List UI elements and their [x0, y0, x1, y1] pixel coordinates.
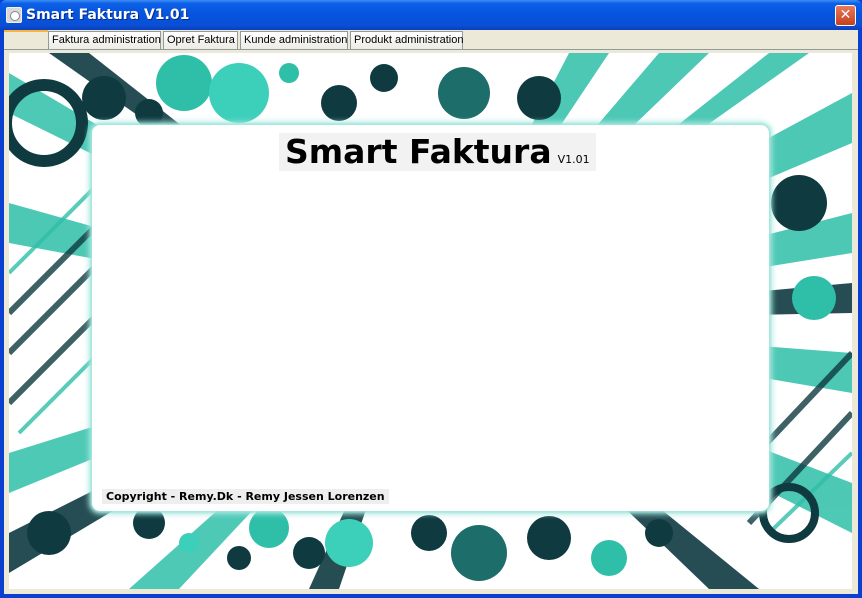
tab-opret-faktura[interactable]: Opret Faktura: [163, 31, 238, 49]
tab-strip: Faktura administration Opret Faktura Kun…: [4, 30, 858, 50]
client-area: Faktura administration Opret Faktura Kun…: [4, 30, 858, 594]
app-window-icon[interactable]: [6, 7, 22, 23]
close-icon: ✕: [839, 7, 852, 23]
brand-header: Smart Faktura V1.01: [279, 133, 596, 171]
title-bar[interactable]: Smart Faktura V1.01 ✕: [0, 0, 862, 30]
tab-produkt-administration[interactable]: Produkt administration: [350, 31, 463, 49]
application-window: Smart Faktura V1.01 ✕ Faktura administra…: [0, 0, 862, 598]
tab-kunde-administration[interactable]: Kunde administration: [240, 31, 348, 49]
welcome-card: Smart Faktura V1.01 Copyright - Remy.Dk …: [92, 125, 769, 511]
app-title: Smart Faktura: [285, 132, 552, 171]
window-title: Smart Faktura V1.01: [26, 7, 190, 23]
app-version: V1.01: [557, 153, 590, 166]
tab-divider: [4, 49, 858, 50]
close-button[interactable]: ✕: [835, 5, 856, 26]
tab-content-panel: Smart Faktura V1.01 Copyright - Remy.Dk …: [9, 53, 852, 589]
copyright-notice: Copyright - Remy.Dk - Remy Jessen Lorenz…: [102, 489, 389, 504]
selected-tab-indicator: [4, 30, 48, 32]
tab-faktura-administration[interactable]: Faktura administration: [48, 31, 161, 49]
